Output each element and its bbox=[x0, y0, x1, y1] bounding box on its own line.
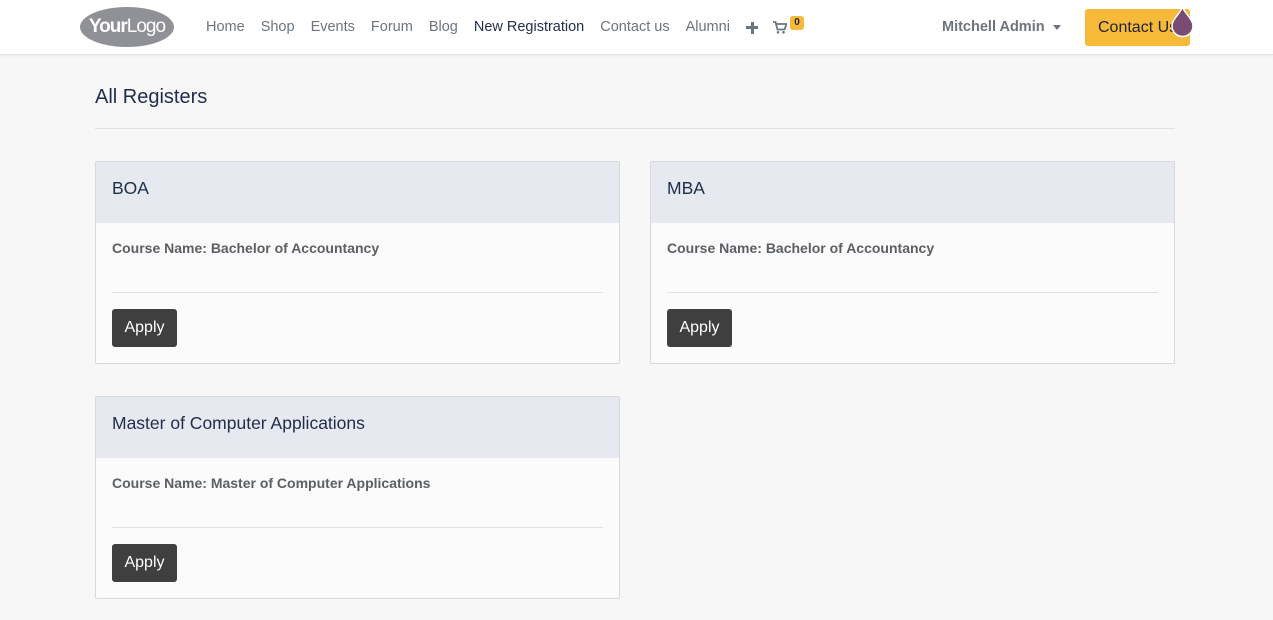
nav-blog[interactable]: Blog bbox=[421, 0, 466, 55]
nav-shop[interactable]: Shop bbox=[253, 0, 303, 55]
title-divider bbox=[95, 128, 1175, 129]
register-card-mca: Master of Computer Applications Course N… bbox=[95, 396, 620, 599]
card-title: Master of Computer Applications bbox=[96, 397, 619, 458]
register-card-mba: MBA Course Name: Bachelor of Accountancy… bbox=[650, 161, 1175, 364]
nav-forum[interactable]: Forum bbox=[363, 0, 421, 55]
user-name: Mitchell Admin bbox=[942, 19, 1045, 35]
course-value: Bachelor of Accountancy bbox=[765, 240, 935, 256]
top-navbar: Your Logo Home Shop Events Forum Blog New… bbox=[0, 0, 1273, 55]
card-divider bbox=[112, 292, 603, 293]
nav-alumni[interactable]: Alumni bbox=[678, 0, 738, 55]
card-divider bbox=[667, 292, 1158, 293]
card-title: BOA bbox=[96, 162, 619, 223]
plus-icon[interactable] bbox=[745, 21, 758, 34]
course-label: Course Name: bbox=[112, 475, 207, 491]
course-name: Course Name: Bachelor of Accountancy bbox=[112, 240, 603, 292]
register-card-boa: BOA Course Name: Bachelor of Accountancy… bbox=[95, 161, 620, 364]
nav-contact-us[interactable]: Contact us bbox=[592, 0, 677, 55]
course-label: Course Name: bbox=[667, 240, 762, 256]
apply-button[interactable]: Apply bbox=[112, 544, 177, 582]
course-label: Course Name: bbox=[112, 240, 207, 256]
site-logo[interactable]: Your Logo bbox=[80, 7, 174, 47]
card-title: MBA bbox=[651, 162, 1174, 223]
nav-events[interactable]: Events bbox=[303, 0, 363, 55]
drop-icon[interactable] bbox=[1170, 6, 1195, 38]
logo-text-bold: Your bbox=[88, 16, 128, 37]
apply-button[interactable]: Apply bbox=[112, 309, 177, 347]
course-name: Course Name: Bachelor of Accountancy bbox=[667, 240, 1158, 292]
course-value: Bachelor of Accountancy bbox=[210, 240, 380, 256]
cart-button[interactable]: 0 bbox=[773, 16, 807, 38]
page-title: All Registers bbox=[95, 86, 208, 108]
main-menu: Home Shop Events Forum Blog New Registra… bbox=[198, 0, 758, 55]
nav-home[interactable]: Home bbox=[198, 0, 253, 55]
cart-count-badge: 0 bbox=[790, 16, 804, 30]
caret-down-icon bbox=[1052, 25, 1061, 30]
user-menu[interactable]: Mitchell Admin bbox=[942, 0, 1061, 55]
apply-button[interactable]: Apply bbox=[667, 309, 732, 347]
logo-text-light: Logo bbox=[126, 16, 166, 37]
nav-new-registration[interactable]: New Registration bbox=[466, 0, 592, 55]
course-value: Master of Computer Applications bbox=[210, 475, 431, 491]
card-divider bbox=[112, 527, 603, 528]
cart-icon bbox=[773, 21, 787, 34]
course-name: Course Name: Master of Computer Applicat… bbox=[112, 475, 603, 527]
